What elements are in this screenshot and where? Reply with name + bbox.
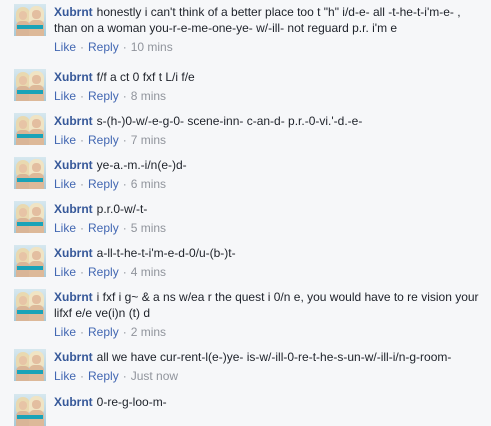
comment-actions: Like · Reply · 4 mins bbox=[54, 264, 486, 280]
comment-timestamp[interactable]: 6 mins bbox=[131, 177, 166, 191]
comment-text: a-ll-t-he-t-i'm-e-d-0/u-(b-)t- bbox=[96, 246, 236, 260]
comment-timestamp[interactable]: 5 mins bbox=[131, 221, 166, 235]
avatar[interactable] bbox=[14, 69, 46, 101]
reply-button[interactable]: Reply bbox=[88, 40, 119, 54]
like-button[interactable]: Like bbox=[54, 369, 76, 383]
like-button[interactable]: Like bbox=[54, 40, 76, 54]
separator: · bbox=[122, 221, 127, 235]
comment-actions: Like · Reply · 7 mins bbox=[54, 132, 486, 148]
separator: · bbox=[80, 177, 85, 191]
like-button[interactable]: Like bbox=[54, 177, 76, 191]
comment-text: s-(h-)0-w/-e-g-0- scene-inn- c-an-d- p.r… bbox=[96, 114, 363, 128]
comment-body: Xubrnt a-ll-t-he-t-i'm-e-d-0/u-(b-)t- Lik… bbox=[54, 245, 486, 280]
separator: · bbox=[80, 369, 85, 383]
like-button[interactable]: Like bbox=[54, 265, 76, 279]
comment-author-link[interactable]: Xubrnt bbox=[54, 246, 93, 260]
comment-body: Xubrnt p.r.0-w/-t- Like · Reply · 5 mins bbox=[54, 201, 486, 236]
separator: · bbox=[80, 325, 85, 339]
like-button[interactable]: Like bbox=[54, 325, 76, 339]
avatar[interactable] bbox=[14, 201, 46, 233]
separator: · bbox=[122, 369, 127, 383]
comment-body: Xubrnt honestly i can't think of a better… bbox=[54, 4, 486, 55]
comment-author-link[interactable]: Xubrnt bbox=[54, 5, 93, 19]
comment-body: Xubrnt f/f a ct 0 fxf t L/i f/e Like · Repl… bbox=[54, 69, 486, 104]
comment-text: all we have cur-rent-l(e-)ye- is-w/-ill-… bbox=[96, 350, 452, 364]
separator: · bbox=[122, 325, 127, 339]
reply-button[interactable]: Reply bbox=[88, 89, 119, 103]
avatar[interactable] bbox=[14, 245, 46, 277]
comment-actions: Like · Reply · 10 mins bbox=[54, 39, 486, 55]
like-button[interactable]: Like bbox=[54, 89, 76, 103]
reply-button[interactable]: Reply bbox=[88, 221, 119, 235]
separator: · bbox=[122, 89, 127, 103]
comment-timestamp[interactable]: 2 mins bbox=[131, 325, 166, 339]
reply-button[interactable]: Reply bbox=[88, 369, 119, 383]
comment-actions: Like · Reply · 5 mins bbox=[54, 220, 486, 236]
avatar[interactable] bbox=[14, 289, 46, 321]
comment-timestamp[interactable]: Just now bbox=[131, 369, 178, 383]
separator: · bbox=[80, 40, 85, 54]
comment-body: Xubrnt ye-a.-m.-i/n(e-)d- Like · Reply · 6 mi… bbox=[54, 157, 486, 192]
reply-button[interactable]: Reply bbox=[88, 133, 119, 147]
comment-text: than on a woman you-r-e-me-one-ye- w/-il… bbox=[54, 21, 398, 35]
comment-author-link[interactable]: Xubrnt bbox=[54, 158, 93, 172]
comment-body: Xubrnt all we have cur-rent-l(e-)ye- is-w… bbox=[54, 349, 486, 384]
separator: · bbox=[80, 221, 85, 235]
comment-author-link[interactable]: Xubrnt bbox=[54, 290, 93, 304]
comment-timestamp[interactable]: 4 mins bbox=[131, 265, 166, 279]
comment-text: lifxf e/e ve(i)n (t) d bbox=[54, 306, 151, 320]
reply-button[interactable]: Reply bbox=[88, 177, 119, 191]
comment-text: i fxf i g~ & a ns w/ea r the quest i 0/n… bbox=[96, 290, 479, 304]
comment-actions: Like · Reply · 8 mins bbox=[54, 88, 486, 104]
separator: · bbox=[80, 89, 85, 103]
comment-text: honestly i can't think of a better place… bbox=[96, 5, 461, 19]
like-button[interactable]: Like bbox=[54, 221, 76, 235]
comment-body: Xubrnt i fxf i g~ & a ns w/ea r the quest… bbox=[54, 289, 486, 340]
comment-author-link[interactable]: Xubrnt bbox=[54, 114, 93, 128]
comment-timestamp[interactable]: 7 mins bbox=[131, 133, 166, 147]
separator: · bbox=[80, 133, 85, 147]
comment-body: Xubrnt 0-re-g-loo-m- bbox=[54, 394, 486, 410]
comment-text: 0-re-g-loo-m- bbox=[96, 395, 167, 409]
separator: · bbox=[122, 177, 127, 191]
reply-button[interactable]: Reply bbox=[88, 325, 119, 339]
comment-timestamp[interactable]: 8 mins bbox=[131, 89, 166, 103]
comment-author-link[interactable]: Xubrnt bbox=[54, 350, 93, 364]
separator: · bbox=[122, 40, 127, 54]
avatar[interactable] bbox=[14, 4, 46, 36]
comment-body: Xubrnt s-(h-)0-w/-e-g-0- scene-inn- c-an-… bbox=[54, 113, 486, 148]
comment-actions: Like · Reply · 2 mins bbox=[54, 324, 486, 340]
comment-author-link[interactable]: Xubrnt bbox=[54, 395, 93, 409]
comment-text: f/f a ct 0 fxf t L/i f/e bbox=[96, 70, 195, 84]
like-button[interactable]: Like bbox=[54, 133, 76, 147]
comment-text: p.r.0-w/-t- bbox=[96, 202, 148, 216]
comment-text: ye-a.-m.-i/n(e-)d- bbox=[96, 158, 187, 172]
comment-timestamp[interactable]: 10 mins bbox=[131, 40, 173, 54]
comment-author-link[interactable]: Xubrnt bbox=[54, 202, 93, 216]
reply-button[interactable]: Reply bbox=[88, 265, 119, 279]
avatar[interactable] bbox=[14, 394, 46, 426]
comment-actions: Like · Reply · Just now bbox=[54, 368, 486, 384]
comment-actions: Like · Reply · 6 mins bbox=[54, 176, 486, 192]
avatar[interactable] bbox=[14, 349, 46, 381]
separator: · bbox=[122, 265, 127, 279]
separator: · bbox=[122, 133, 127, 147]
avatar[interactable] bbox=[14, 157, 46, 189]
comment-author-link[interactable]: Xubrnt bbox=[54, 70, 93, 84]
separator: · bbox=[80, 265, 85, 279]
avatar[interactable] bbox=[14, 113, 46, 145]
